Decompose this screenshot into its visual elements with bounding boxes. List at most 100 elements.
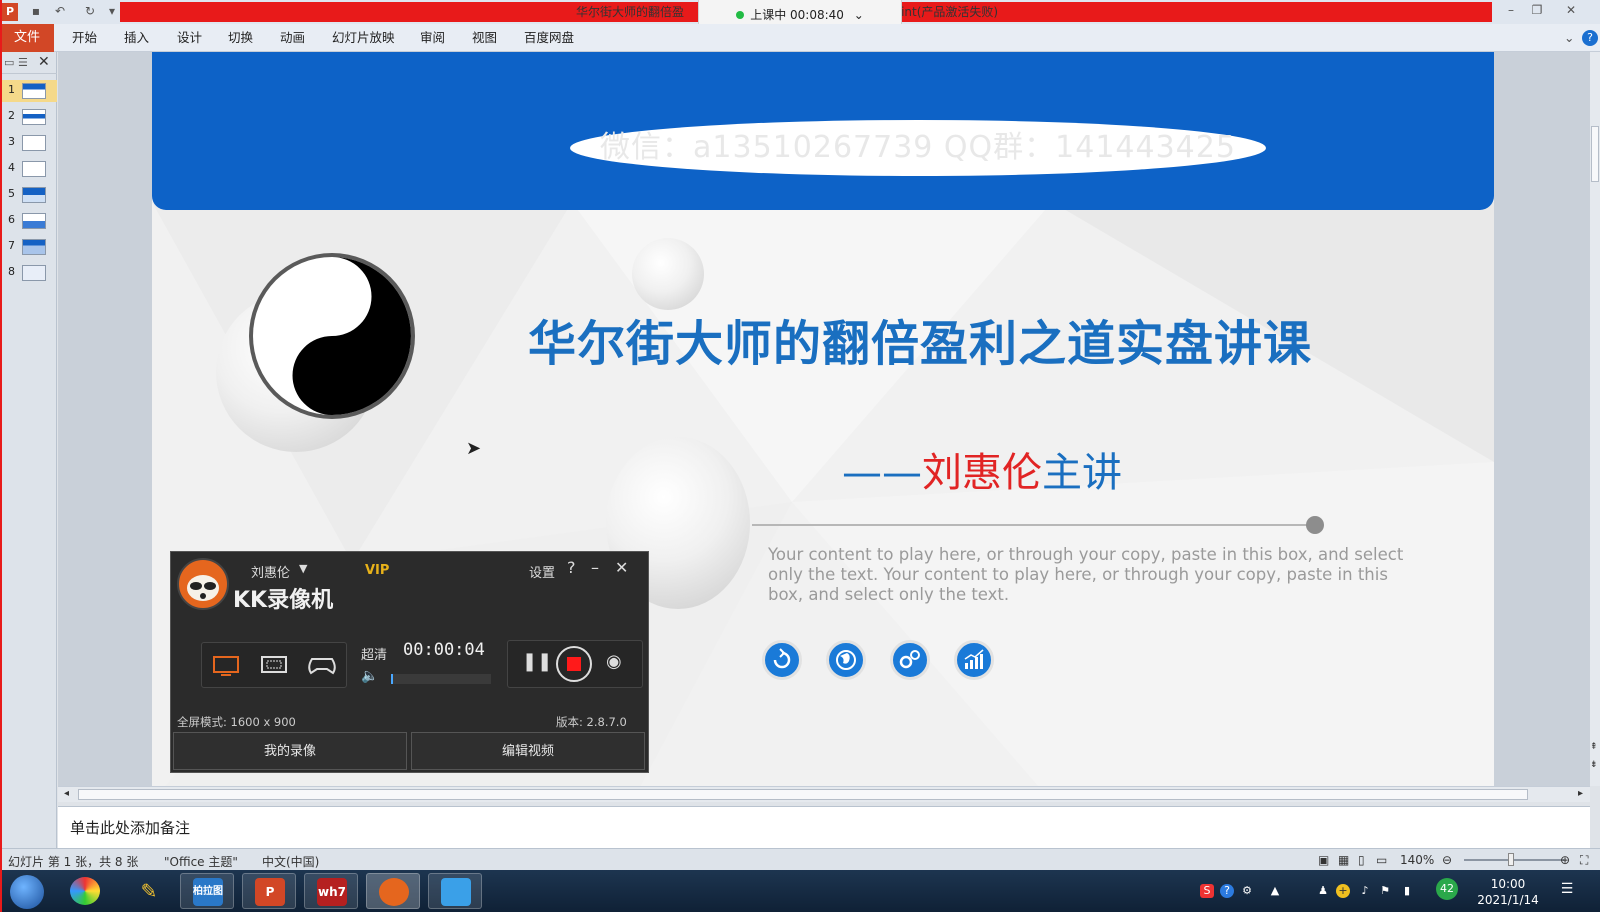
taskbar-app-powerpoint[interactable]: P bbox=[242, 873, 296, 909]
kk-settings-button[interactable]: 设置 bbox=[529, 562, 555, 581]
slide-thumbnail-2[interactable]: 2 bbox=[0, 106, 57, 128]
edit-video-button[interactable]: 编辑视频 bbox=[411, 732, 645, 770]
kk-user-name[interactable]: 刘惠伦 bbox=[251, 562, 290, 581]
close-panel-icon[interactable]: ✕ bbox=[38, 54, 50, 70]
tab-home[interactable]: 开始 bbox=[72, 24, 97, 52]
fullscreen-mode-icon[interactable] bbox=[212, 655, 240, 677]
start-button[interactable] bbox=[4, 873, 50, 909]
save-icon[interactable]: ▪ bbox=[28, 3, 44, 19]
theme-status[interactable]: "Office 主题" bbox=[164, 853, 238, 870]
tab-baidu-netdisk[interactable]: 百度网盘 bbox=[524, 24, 574, 52]
slide-thumbnail-7[interactable]: 7 bbox=[0, 236, 57, 258]
redo-icon[interactable]: ↻ bbox=[82, 3, 98, 19]
scroll-right-icon[interactable]: ▸ bbox=[1578, 788, 1583, 799]
zoom-level[interactable]: 140% bbox=[1400, 853, 1434, 867]
tray-app-icon[interactable]: ♟ bbox=[1316, 884, 1330, 898]
my-recordings-button[interactable]: 我的录像 bbox=[173, 732, 407, 770]
vertical-scrollbar[interactable]: ⇞ ⇟ bbox=[1590, 52, 1600, 786]
horizontal-scrollbar[interactable]: ◂ ▸ bbox=[58, 786, 1590, 802]
action-center-flag-icon[interactable]: ⚑ bbox=[1378, 884, 1392, 898]
notification-icon[interactable]: ☰ bbox=[1560, 882, 1574, 896]
customize-qat-icon[interactable]: ▾ bbox=[104, 3, 120, 19]
chart-icon[interactable] bbox=[954, 640, 994, 680]
vip-badge[interactable]: VIP bbox=[365, 563, 389, 578]
kk-recorder-window[interactable]: 刘惠伦 ▼ VIP KK录像机 设置 ? – ✕ 超清 00:00:04 🔈 ❚… bbox=[170, 551, 649, 773]
speaker-icon[interactable]: ♪ bbox=[1358, 884, 1372, 898]
taskbar-app-pinwheel[interactable] bbox=[58, 873, 112, 909]
previous-slide-icon[interactable]: ⇞ bbox=[1590, 742, 1598, 752]
slide-thumbnail-6[interactable]: 6 bbox=[0, 210, 57, 232]
slide-thumbnail-8[interactable]: 8 bbox=[0, 262, 57, 284]
language-status[interactable]: 中文(中国) bbox=[262, 853, 319, 870]
refresh-icon[interactable] bbox=[762, 640, 802, 680]
tray-badge[interactable]: 42 bbox=[1436, 878, 1458, 900]
next-slide-icon[interactable]: ⇟ bbox=[1590, 760, 1598, 770]
slide-body-text[interactable]: Your content to play here, or through yo… bbox=[768, 545, 1418, 605]
zoom-out-icon[interactable]: ⊖ bbox=[1442, 853, 1452, 867]
slide-thumbnail-5[interactable]: 5 bbox=[0, 184, 57, 206]
game-mode-icon[interactable] bbox=[306, 655, 338, 677]
slide-thumb-image bbox=[22, 109, 46, 125]
zoom-slider[interactable] bbox=[1464, 859, 1564, 861]
slide-thumb-image bbox=[22, 83, 46, 99]
tray-tools-icon[interactable]: ⚙ bbox=[1240, 884, 1254, 898]
ribbon-collapse-icon[interactable]: ⌄ bbox=[1564, 24, 1574, 52]
taskbar-app-plato[interactable]: 柏拉图 bbox=[180, 873, 234, 909]
user-dropdown-icon[interactable]: ▼ bbox=[299, 562, 307, 575]
globe-icon[interactable] bbox=[826, 640, 866, 680]
restore-button[interactable]: ❐ bbox=[1526, 2, 1548, 18]
horizontal-scroll-thumb[interactable] bbox=[78, 789, 1528, 800]
tray-plus-icon[interactable]: + bbox=[1336, 884, 1350, 898]
network-icon[interactable]: ▮ bbox=[1400, 884, 1414, 898]
taskbar-app-pen[interactable]: ✎ bbox=[122, 873, 176, 909]
slides-view-icon[interactable]: ▭ bbox=[4, 56, 14, 69]
tab-design[interactable]: 设计 bbox=[177, 24, 202, 52]
help-tray-icon[interactable]: ? bbox=[1220, 884, 1234, 898]
quality-label[interactable]: 超清 bbox=[361, 644, 387, 663]
zoom-slider-handle[interactable] bbox=[1508, 853, 1514, 866]
vertical-scroll-thumb[interactable] bbox=[1591, 126, 1599, 182]
tab-transitions[interactable]: 切换 bbox=[228, 24, 253, 52]
show-hidden-icons-icon[interactable]: ▲ bbox=[1268, 884, 1282, 898]
pause-button[interactable]: ❚❚ bbox=[522, 651, 552, 672]
outline-view-icon[interactable]: ☰ bbox=[18, 56, 28, 69]
tab-review[interactable]: 审阅 bbox=[420, 24, 445, 52]
help-icon[interactable]: ? bbox=[1582, 30, 1598, 46]
slide-thumbnail-3[interactable]: 3 bbox=[0, 132, 57, 154]
tab-insert[interactable]: 插入 bbox=[124, 24, 149, 52]
region-mode-icon[interactable] bbox=[260, 655, 288, 677]
notes-pane[interactable]: 单击此处添加备注 bbox=[58, 806, 1590, 848]
screenshot-camera-icon[interactable]: ◉ bbox=[606, 651, 622, 672]
zoom-in-icon[interactable]: ⊕ bbox=[1560, 853, 1570, 867]
kk-help-button[interactable]: ? bbox=[567, 558, 576, 577]
minimize-button[interactable]: – bbox=[1500, 2, 1522, 18]
reading-view-icon[interactable]: ▯ bbox=[1358, 853, 1365, 867]
scroll-left-icon[interactable]: ◂ bbox=[64, 788, 69, 799]
taskbar-app-wh7[interactable]: wh7 bbox=[304, 873, 358, 909]
tab-animations[interactable]: 动画 bbox=[280, 24, 305, 52]
close-button[interactable]: ✕ bbox=[1560, 2, 1582, 18]
sogou-ime-icon[interactable]: S bbox=[1200, 884, 1214, 898]
taskbar-app-kk-recorder[interactable] bbox=[366, 873, 420, 909]
undo-icon[interactable]: ↶ bbox=[52, 3, 68, 19]
slide-subtitle[interactable]: ——刘惠伦主讲 bbox=[842, 440, 1122, 498]
tab-slideshow[interactable]: 幻灯片放映 bbox=[332, 24, 395, 52]
slideshow-view-icon[interactable]: ▭ bbox=[1376, 853, 1387, 867]
gears-icon[interactable] bbox=[890, 640, 930, 680]
normal-view-icon[interactable]: ▣ bbox=[1318, 853, 1329, 867]
slide-thumbnail-4[interactable]: 4 bbox=[0, 158, 57, 180]
tab-file[interactable]: 文件 bbox=[0, 24, 54, 52]
fit-slide-icon[interactable]: ⛶ bbox=[1580, 853, 1588, 868]
volume-bar[interactable] bbox=[391, 674, 491, 684]
kk-close-button[interactable]: ✕ bbox=[615, 558, 628, 577]
system-clock[interactable]: 10:00 2021/1/14 bbox=[1472, 876, 1544, 908]
volume-icon[interactable]: 🔈 bbox=[361, 668, 378, 684]
kk-minimize-button[interactable]: – bbox=[591, 558, 599, 577]
chevron-down-icon[interactable]: ⌄ bbox=[854, 8, 864, 22]
slide-title[interactable]: 华尔街大师的翻倍盈利之道实盘讲课 bbox=[528, 304, 1428, 374]
taskbar-app-classroom[interactable] bbox=[428, 873, 482, 909]
tab-view[interactable]: 视图 bbox=[472, 24, 497, 52]
sorter-view-icon[interactable]: ▦ bbox=[1338, 853, 1349, 867]
slide-thumbnail-1[interactable]: 1 bbox=[0, 80, 57, 102]
stop-button[interactable] bbox=[556, 646, 592, 682]
